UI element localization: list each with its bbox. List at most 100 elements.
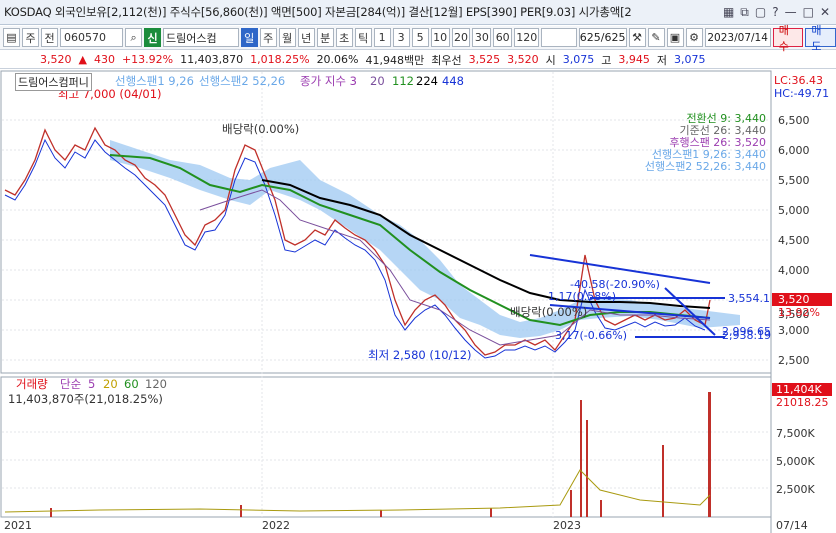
vol-tick: 7,500K xyxy=(776,427,815,440)
ask-price: 3,525 xyxy=(468,53,501,66)
interval-10[interactable]: 10 xyxy=(430,28,450,47)
y-tick: 5,500 xyxy=(778,174,810,187)
volume-legend-60: 60 xyxy=(124,377,139,391)
close-icon[interactable]: ✕ xyxy=(820,5,830,20)
bid-price: 3,520 xyxy=(507,53,539,66)
title-text: KOSDAQ 외국인보유[2,112(천)] 주식수[56,860(천)] 액면… xyxy=(4,5,632,19)
interval-1[interactable]: 1 xyxy=(373,28,391,47)
tab-month[interactable]: 월 xyxy=(278,28,296,47)
low-price: 3,075 xyxy=(674,53,706,66)
ma-legend-112: 112 xyxy=(392,74,414,88)
sell-button[interactable]: 매도 xyxy=(805,24,836,53)
line-value-1: 3,554.1 xyxy=(728,292,770,305)
price-change-pct: +13.92% xyxy=(121,53,174,66)
tab-week[interactable]: 주 xyxy=(259,28,277,47)
chart-icon[interactable]: ▤ xyxy=(3,28,20,47)
x-label-2021: 2021 xyxy=(4,519,32,532)
y-tick: 6,500 xyxy=(778,114,810,127)
x-label-date: 07/14 xyxy=(776,519,808,532)
date-input[interactable]: 2023/07/14 xyxy=(704,28,771,47)
volume-legend-5: 5 xyxy=(88,377,95,391)
interval-input[interactable] xyxy=(541,28,577,47)
maximize-icon[interactable]: □ xyxy=(803,5,814,20)
search-icon[interactable]: ⌕ xyxy=(125,28,143,47)
x-label-2022: 2022 xyxy=(262,519,290,532)
y-tick: 4,500 xyxy=(778,234,810,247)
ichimoku-legend-2: 선행스팬2 52,26 xyxy=(199,74,285,88)
volume-tag: 11,404K xyxy=(776,383,822,396)
volume-legend-type: 단순 xyxy=(60,377,81,391)
stock-name[interactable]: 드림어스컴 xyxy=(163,28,239,47)
interval-60[interactable]: 60 xyxy=(493,28,513,47)
low-note: 최저 2,580 (10/12) xyxy=(368,348,472,362)
help-icon[interactable]: ? xyxy=(772,5,778,20)
x-label-2023: 2023 xyxy=(553,519,581,532)
interval-3[interactable]: 3 xyxy=(392,28,410,47)
low-label: 저 xyxy=(656,53,667,67)
volume: 11,403,870 xyxy=(180,53,244,66)
trend-note-3: 3,17(-0.66%) xyxy=(555,329,627,342)
stock-code-input[interactable]: 060570 xyxy=(60,28,124,47)
ma-legend-448: 448 xyxy=(442,74,464,88)
price-tag-pct: 13.92% xyxy=(778,306,820,319)
ma-legend-20: 20 xyxy=(370,74,385,88)
gear-icon[interactable]: ⚙ xyxy=(685,28,703,47)
prev-button[interactable]: 전 xyxy=(41,28,58,47)
interval-30[interactable]: 30 xyxy=(472,28,492,47)
tool-icon[interactable]: ⚒ xyxy=(628,28,646,47)
price-chart[interactable]: 2021 2022 2023 07/14 6,500 6,000 5,500 5… xyxy=(0,70,836,533)
minimize-icon[interactable]: — xyxy=(785,5,797,20)
ma-legend-name: 종가 지수 3 xyxy=(300,74,357,88)
ask-label: 최우선 xyxy=(431,53,462,67)
interval-120[interactable]: 120 xyxy=(514,28,540,47)
high-label: 고 xyxy=(601,53,612,67)
open-label: 시 xyxy=(545,53,556,67)
title-bar: KOSDAQ 외국인보유[2,112(천)] 주식수[56,860(천)] 액면… xyxy=(0,0,836,25)
dividend-note-1: 배당락(0.00%) xyxy=(222,122,299,136)
lc-label: LC:36.43 xyxy=(774,74,823,87)
price-change: 430 xyxy=(93,53,115,66)
vol-tick: 2,500K xyxy=(776,483,815,496)
tab-year[interactable]: 년 xyxy=(297,28,315,47)
interval-5[interactable]: 5 xyxy=(411,28,429,47)
up-arrow-icon: ▲ xyxy=(78,53,87,66)
hc-label: HC:-49.71 xyxy=(774,87,829,100)
price-tag: 3,520 xyxy=(778,293,810,306)
page-count[interactable]: 625/625 xyxy=(578,28,627,47)
y-tick: 2,500 xyxy=(778,354,810,367)
tab-minute[interactable]: 분 xyxy=(316,28,334,47)
turnover-ratio: 20.06% xyxy=(316,53,359,66)
trend-note-2: 1,17(0.58%) xyxy=(548,290,616,303)
y-tick: 6,000 xyxy=(778,144,810,157)
current-price: 3,520 xyxy=(40,53,72,66)
save-icon[interactable]: ▣ xyxy=(666,28,684,47)
tab-day[interactable]: 일 xyxy=(240,28,258,47)
new-badge: 신 xyxy=(144,28,162,47)
period-type-select[interactable]: 주 xyxy=(22,28,39,47)
stock-label: 드림어스컴퍼니 xyxy=(15,73,92,91)
vol-tick: 5,000K xyxy=(776,455,815,468)
buy-button[interactable]: 매수 xyxy=(772,24,804,53)
grid-icon[interactable]: ▦ xyxy=(723,5,734,20)
ichimoku-legend-1: 선행스팬1 9,26 xyxy=(115,74,194,88)
ma-legend-224: 224 xyxy=(416,74,438,88)
open-price: 3,075 xyxy=(562,53,595,66)
interval-20[interactable]: 20 xyxy=(451,28,471,47)
quote-bar: 3,520 ▲ 430 +13.92% 11,403,870 1,018.25%… xyxy=(0,51,836,69)
y-tick: 3,000 xyxy=(778,324,810,337)
y-tick: 4,000 xyxy=(778,264,810,277)
tab-second[interactable]: 초 xyxy=(335,28,353,47)
toolbar: ▤ 주 전 060570 ⌕ 신 드림어스컴 일 주 월 년 분 초 틱 1 3… xyxy=(0,24,836,53)
y-tick: 5,000 xyxy=(778,204,810,217)
volume-legend-120: 120 xyxy=(145,377,167,391)
volume-value: 11,403,870주(21,018.25%) xyxy=(8,392,163,406)
window-icon[interactable]: ⧉ xyxy=(740,5,749,20)
tab-tick[interactable]: 틱 xyxy=(354,28,372,47)
volume-tag-pct: 21018.25 xyxy=(776,396,829,409)
dividend-note-2: 배당락(0.00%) xyxy=(510,305,587,319)
draw-icon[interactable]: ✎ xyxy=(647,28,665,47)
high-price: 3,945 xyxy=(618,53,650,66)
restore-icon[interactable]: ▢ xyxy=(755,5,766,20)
volume-legend-20: 20 xyxy=(103,377,118,391)
legend-span2: 선행스팬2 52,26: 3,440 xyxy=(645,160,766,173)
